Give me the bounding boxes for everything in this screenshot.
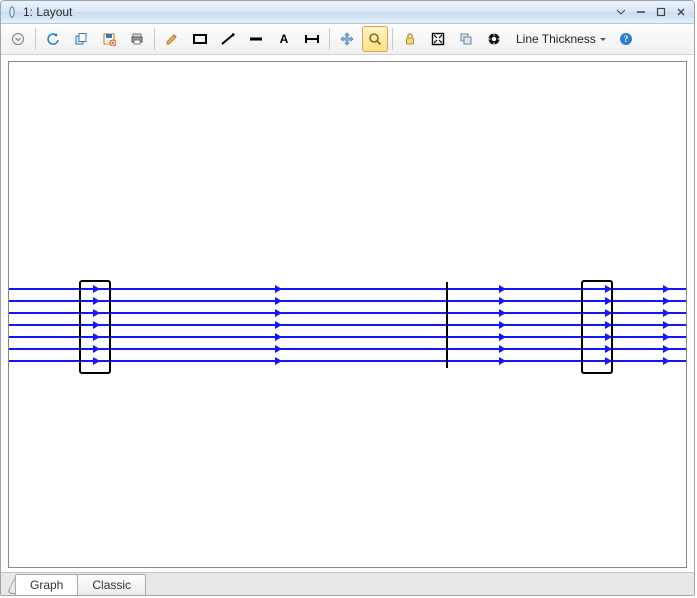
app-icon — [5, 5, 19, 19]
ray-arrow-icon — [275, 297, 286, 305]
ray-arrow-icon — [663, 285, 674, 293]
save-icon[interactable] — [96, 26, 122, 52]
view-tabs: Graph Classic — [1, 572, 694, 595]
text-icon[interactable]: A — [271, 26, 297, 52]
titlebar: 1: Layout — [1, 1, 694, 24]
toolbar: A Line Thickness ? — [1, 24, 694, 55]
window-menu-button[interactable] — [612, 5, 630, 19]
expand-icon[interactable] — [5, 26, 31, 52]
ray-arrow-icon — [499, 333, 510, 341]
copy-icon[interactable] — [68, 26, 94, 52]
line-icon[interactable] — [215, 26, 241, 52]
pencil-icon[interactable] — [159, 26, 185, 52]
lens-element-1 — [79, 280, 111, 374]
ray-arrow-icon — [275, 345, 286, 353]
pan-icon[interactable] — [334, 26, 360, 52]
layout-canvas[interactable] — [8, 61, 687, 568]
measure-icon[interactable] — [299, 26, 325, 52]
dash-icon[interactable] — [243, 26, 269, 52]
window-title: 1: Layout — [23, 5, 72, 19]
tab-label: Classic — [92, 578, 131, 592]
tab-label: Graph — [30, 578, 63, 592]
lock-icon[interactable] — [397, 26, 423, 52]
ray-arrow-icon — [499, 357, 510, 365]
help-icon[interactable]: ? — [613, 26, 639, 52]
maximize-button[interactable] — [652, 5, 670, 19]
ray-arrow-icon — [275, 321, 286, 329]
minimize-button[interactable] — [632, 5, 650, 19]
ray-arrow-icon — [663, 333, 674, 341]
ray-arrow-icon — [499, 345, 510, 353]
lens-element-2 — [581, 280, 613, 374]
target-icon[interactable] — [481, 26, 507, 52]
ray-arrow-icon — [499, 297, 510, 305]
tab-classic[interactable]: Classic — [77, 574, 146, 595]
aperture-stop — [446, 282, 448, 368]
ray-arrow-icon — [499, 285, 510, 293]
ray-arrow-icon — [663, 345, 674, 353]
fit-icon[interactable] — [425, 26, 451, 52]
line-thickness-label: Line Thickness — [516, 32, 596, 46]
line-thickness-dropdown[interactable]: Line Thickness — [509, 27, 611, 51]
ray-arrow-icon — [663, 321, 674, 329]
print-icon[interactable] — [124, 26, 150, 52]
tab-graph[interactable]: Graph — [15, 574, 78, 595]
zoom-icon[interactable] — [362, 26, 388, 52]
ray-arrow-icon — [275, 309, 286, 317]
svg-text:?: ? — [624, 34, 629, 44]
ray-arrow-icon — [499, 321, 510, 329]
ray-arrow-icon — [275, 285, 286, 293]
ray-arrow-icon — [663, 357, 674, 365]
svg-text:A: A — [280, 32, 289, 46]
ray-arrow-icon — [499, 309, 510, 317]
canvas-container — [1, 55, 694, 572]
ray-arrow-icon — [663, 309, 674, 317]
layers-icon[interactable] — [453, 26, 479, 52]
refresh-icon[interactable] — [40, 26, 66, 52]
close-button[interactable] — [672, 5, 690, 19]
ray-arrow-icon — [663, 297, 674, 305]
app-window: 1: Layout — [0, 0, 695, 596]
ray-arrow-icon — [275, 333, 286, 341]
rectangle-icon[interactable] — [187, 26, 213, 52]
ray-arrow-icon — [275, 357, 286, 365]
